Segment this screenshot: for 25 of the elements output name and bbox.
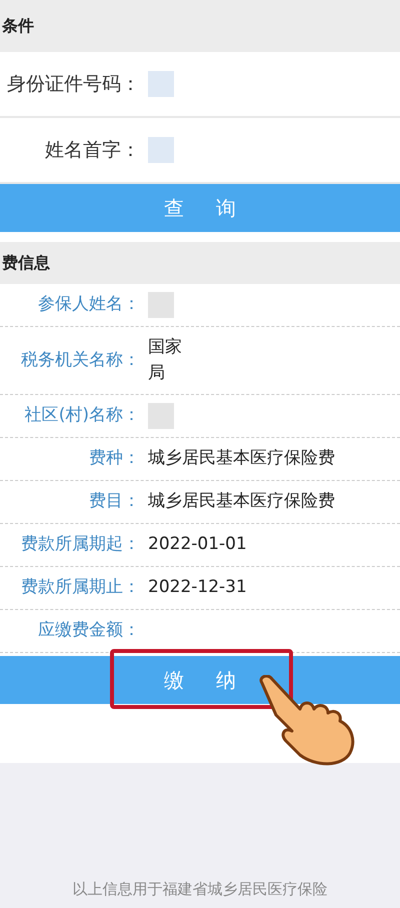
field-label: 身份证件号码： (6, 72, 140, 97)
field-value: 2022-12-31 (148, 576, 247, 600)
footer-note: 以上信息用于福建省城乡居民医疗保险 (72, 878, 328, 900)
field-label: 费款所属期止： (20, 576, 140, 600)
field-label: 税务机关名称： (20, 348, 140, 372)
pay-button[interactable]: 缴纳 (0, 656, 400, 704)
field-label: 费目： (88, 490, 140, 514)
field-label: 参保人姓名： (37, 293, 140, 316)
field-value: 局 (148, 362, 166, 384)
field-label: 应缴费金额： (37, 619, 140, 642)
query-button[interactable]: 查询 (0, 184, 400, 232)
section-title: 费信息 (2, 252, 50, 274)
section-title: 条件 (2, 15, 34, 37)
redaction-block (148, 292, 174, 318)
field-label: 姓名首字： (44, 138, 140, 163)
field-value: 城乡居民基本医疗保险费 (148, 490, 335, 514)
field-label: 费款所属期起： (20, 533, 140, 556)
field-value: 国家 (148, 336, 182, 359)
redaction-block (148, 403, 174, 429)
input-field[interactable] (148, 137, 174, 163)
input-field[interactable] (148, 71, 174, 97)
field-label: 社区(村)名称： (24, 404, 140, 428)
field-label: 费种： (88, 447, 140, 470)
field-value: 2022-01-01 (148, 533, 247, 556)
field-value: 城乡居民基本医疗保险费 (148, 447, 335, 470)
